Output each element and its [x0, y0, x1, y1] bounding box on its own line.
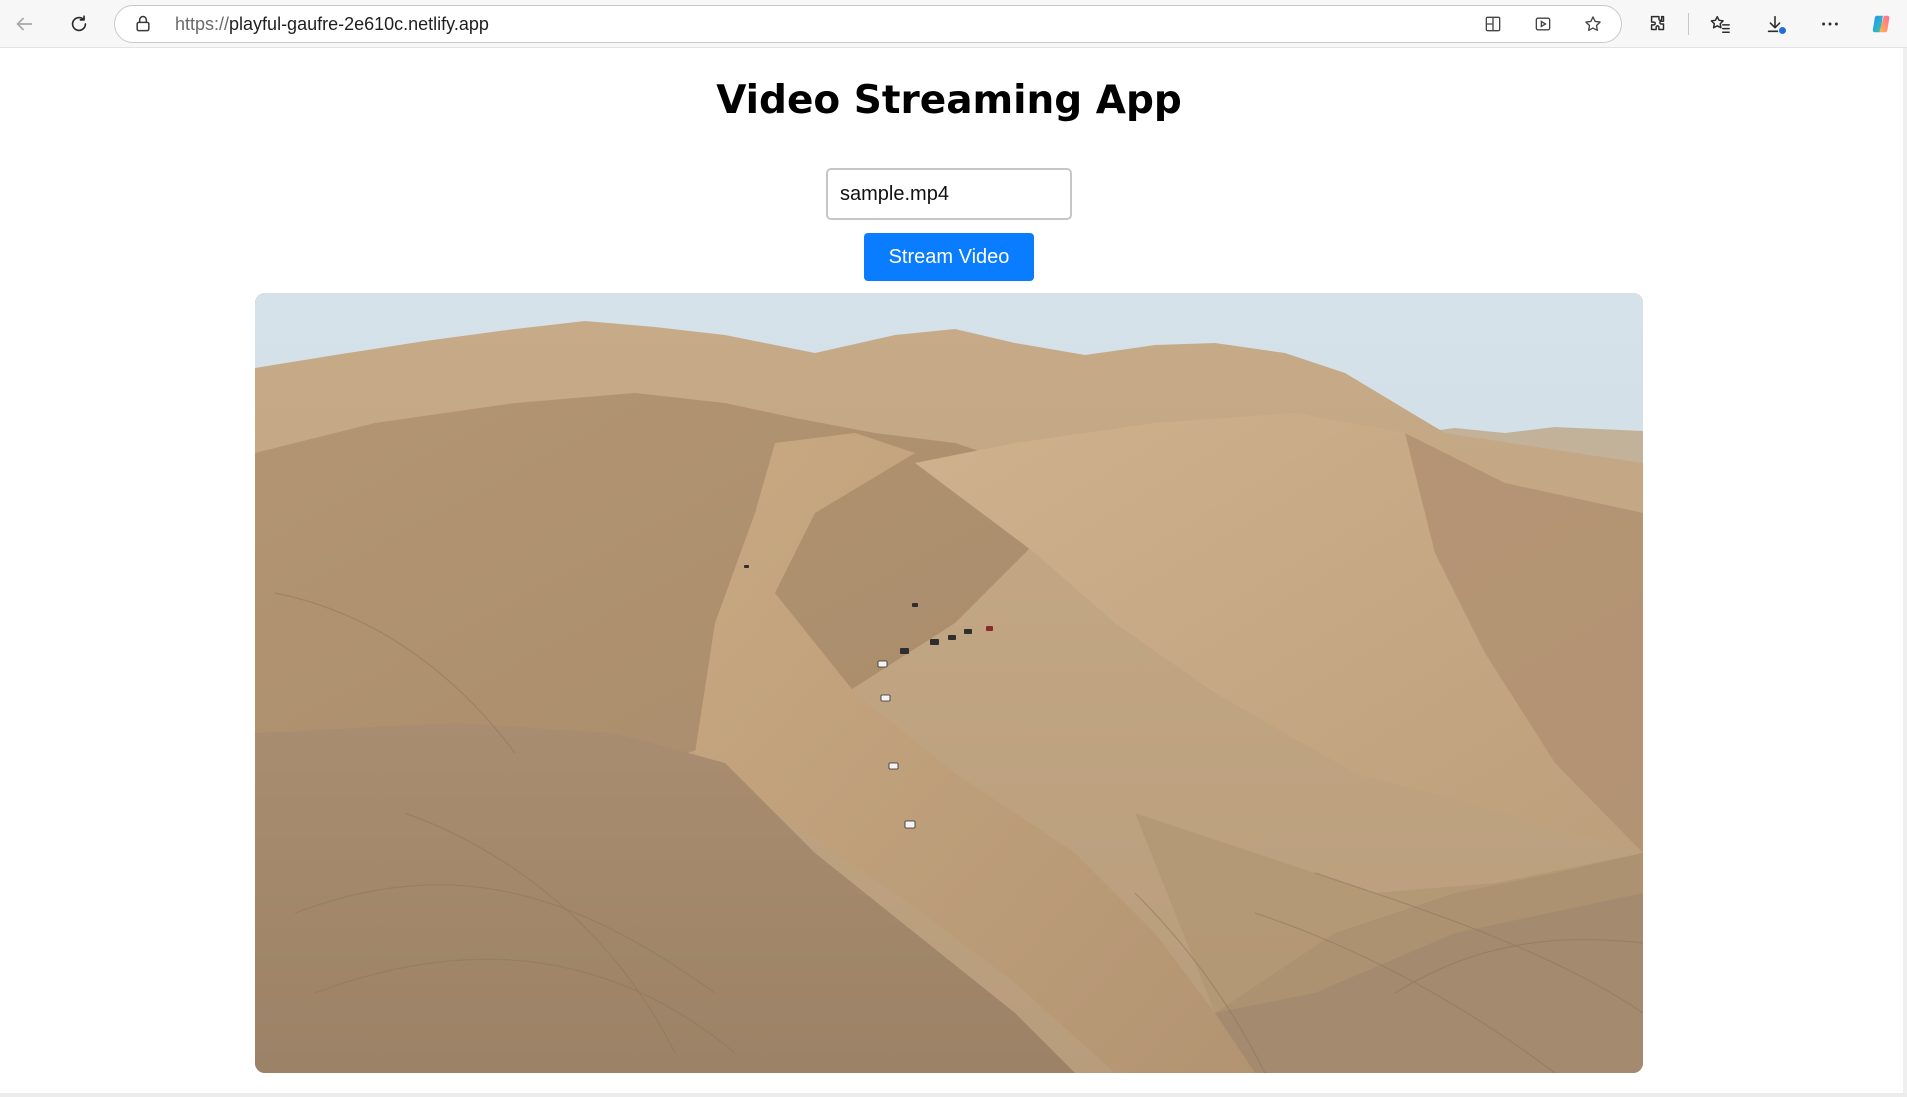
toolbar-divider: [1688, 13, 1689, 35]
reload-icon[interactable]: [61, 6, 97, 42]
url-protocol: https://: [175, 14, 230, 34]
window-bottom-edge: [0, 1093, 1907, 1097]
page-viewport: Video Streaming App Stream Video: [0, 48, 1903, 1093]
more-icon[interactable]: [1812, 6, 1848, 42]
address-url[interactable]: https://playful-gaufre-2e610c.netlify.ap…: [175, 6, 489, 42]
favorites-icon[interactable]: [1702, 6, 1738, 42]
back-arrow-icon[interactable]: [6, 6, 42, 42]
scrollbar-track[interactable]: [1903, 48, 1907, 1097]
copilot-icon[interactable]: [1864, 6, 1900, 42]
split-screen-icon[interactable]: [1479, 10, 1507, 38]
address-bar[interactable]: https://playful-gaufre-2e610c.netlify.ap…: [114, 5, 1622, 43]
lock-icon[interactable]: [133, 14, 153, 34]
download-icon[interactable]: [1757, 6, 1793, 42]
url-host: playful-gaufre-2e610c.netlify.app: [229, 14, 489, 34]
stream-video-button[interactable]: Stream Video: [864, 233, 1034, 281]
video-filename-input[interactable]: [826, 168, 1072, 220]
browser-toolbar: https://playful-gaufre-2e610c.netlify.ap…: [0, 0, 1907, 48]
immersive-reader-icon[interactable]: [1529, 10, 1557, 38]
star-icon[interactable]: [1579, 10, 1607, 38]
download-badge: [1778, 26, 1787, 35]
puzzle-icon[interactable]: [1640, 6, 1676, 42]
video-player[interactable]: [255, 293, 1643, 1073]
page-title: Video Streaming App: [716, 78, 1182, 123]
desert-video-frame: [255, 293, 1643, 1073]
